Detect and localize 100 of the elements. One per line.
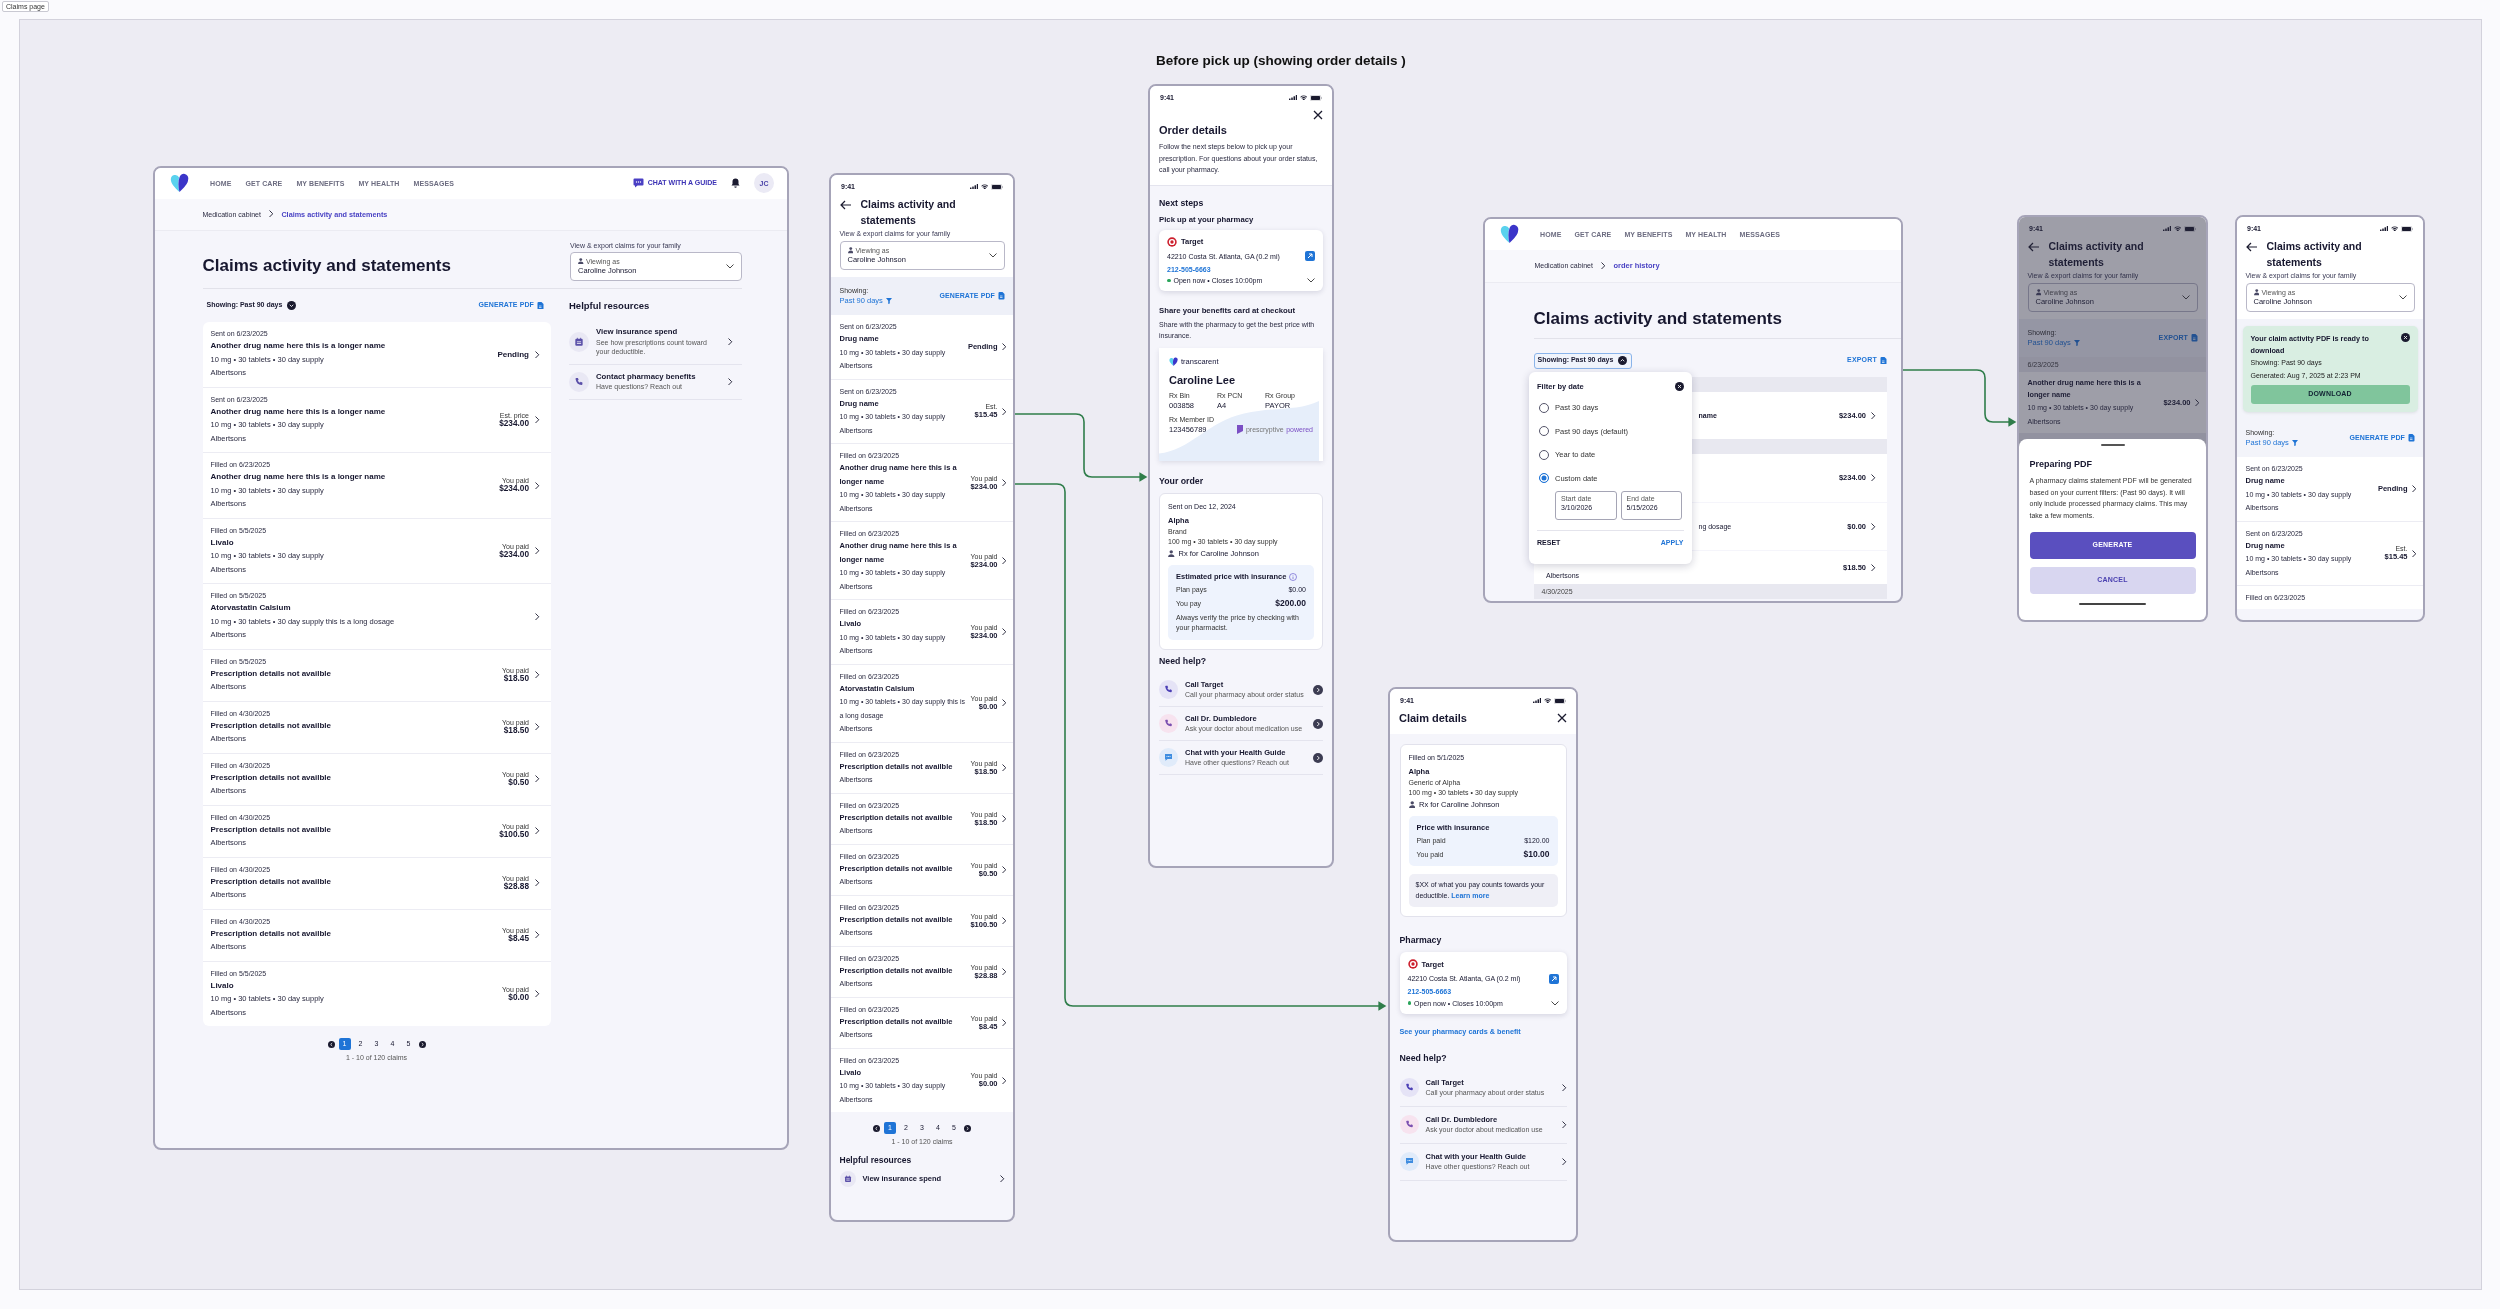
price-value: $200.00 — [1275, 598, 1306, 608]
chevron-right-icon — [1001, 556, 1006, 565]
chevron-right-icon — [1871, 411, 1876, 419]
drug-name: Prescription details not availble — [210, 927, 332, 940]
price-amount: $234.00 — [499, 549, 529, 559]
section-heading: Helpful resources — [569, 299, 651, 313]
chevron-right-icon — [1001, 699, 1006, 707]
signal-icon — [1532, 697, 1541, 704]
chat-icon — [1399, 1152, 1419, 1171]
section-heading: Pharmacy — [1399, 935, 1443, 945]
chevron-right-icon — [535, 723, 540, 731]
chevron-right-icon — [2194, 398, 2199, 407]
chevron-right-icon — [1001, 916, 1006, 925]
signal-icon — [2162, 225, 2171, 232]
chevron-right-icon — [535, 990, 540, 998]
chevron-right-icon — [1600, 261, 1606, 270]
drug-name: Atorvastatin Calsium — [210, 602, 292, 614]
chevron-right-icon — [535, 879, 540, 887]
document-icon — [1880, 356, 1887, 365]
wifi-icon — [980, 183, 988, 190]
price-amount: $234.00 — [499, 418, 529, 428]
external-link-icon[interactable] — [1305, 251, 1315, 261]
price-amount: $18.50 — [502, 674, 529, 683]
calendar-icon — [569, 331, 589, 352]
chevron-right-icon — [1001, 478, 1006, 487]
document-icon — [2191, 334, 2198, 342]
previous-page-icon[interactable] — [873, 1124, 880, 1132]
document-icon — [537, 301, 544, 310]
chevron-right-icon — [535, 350, 540, 358]
logo-icon[interactable] — [1500, 224, 1519, 245]
sheet-handle[interactable] — [2100, 444, 2125, 446]
chevron-right-icon — [535, 931, 540, 939]
battery-icon — [2400, 225, 2413, 232]
close-icon[interactable] — [1557, 713, 1567, 723]
section-heading: Need help? — [1159, 656, 1208, 666]
chevron-down-icon — [287, 301, 297, 310]
chevron-down-icon — [725, 263, 734, 269]
drug-name: Prescription details not availble — [210, 823, 332, 836]
person-icon — [2035, 289, 2041, 296]
back-icon[interactable] — [839, 200, 852, 210]
chevron-right-icon — [1871, 563, 1876, 572]
chevron-right-icon — [1001, 1076, 1006, 1084]
chevron-right-icon — [1562, 1083, 1567, 1092]
battery-icon — [1309, 94, 1322, 101]
chevron-right-icon — [535, 547, 540, 555]
logo-icon[interactable] — [170, 173, 189, 194]
drug-name: Prescription details not availble — [210, 719, 332, 732]
bell-icon[interactable] — [731, 178, 740, 189]
radio-button[interactable] — [1539, 473, 1549, 484]
phone-icon — [1399, 1078, 1419, 1097]
section-heading: Next steps — [1159, 197, 1205, 208]
screen-title: Claims activity and statements — [2266, 239, 2363, 270]
price-amount: $100.50 — [499, 830, 529, 839]
next-page-icon[interactable] — [964, 1124, 971, 1132]
document-icon — [2408, 434, 2415, 442]
close-icon[interactable] — [2400, 333, 2410, 342]
signal-icon — [1288, 94, 1297, 101]
phone-icon — [1399, 1115, 1419, 1134]
close-icon[interactable] — [1313, 110, 1323, 120]
chevron-right-icon — [728, 338, 733, 346]
section-title: Before pick up (showing order details ) — [1156, 53, 1406, 68]
chat-icon — [632, 178, 644, 189]
chevron-right-icon — [535, 481, 540, 489]
price-amount: $0.50 — [507, 778, 529, 787]
external-link-icon[interactable] — [1548, 973, 1559, 984]
document-icon — [998, 292, 1005, 300]
chevron-right-icon — [1562, 1120, 1567, 1129]
section-heading: Your order — [1159, 476, 1205, 486]
chevron-down-icon — [988, 253, 997, 258]
chevron-right-icon — [2411, 549, 2416, 557]
wifi-icon — [2173, 225, 2181, 232]
back-icon[interactable] — [2245, 242, 2258, 252]
next-page-icon[interactable] — [418, 1040, 426, 1048]
chevron-right-icon — [535, 416, 540, 424]
chevron-right-icon — [535, 827, 540, 835]
status-dot — [1407, 1001, 1411, 1005]
calendar-icon — [839, 1171, 856, 1187]
status-dot — [1167, 278, 1171, 283]
battery-icon — [2183, 225, 2196, 232]
chevron-down-icon — [1307, 278, 1315, 283]
chevron-down-icon — [2398, 295, 2407, 300]
chevron-right-icon — [1313, 684, 1323, 695]
section-heading: Helpful resources — [839, 1155, 913, 1165]
phone-icon — [569, 371, 589, 392]
close-icon[interactable] — [1674, 382, 1684, 391]
chevron-right-icon — [535, 671, 540, 679]
price-value: $10.00 — [1523, 849, 1550, 859]
chevron-right-icon — [535, 612, 540, 620]
chevron-right-icon — [1001, 967, 1006, 976]
filter-icon — [885, 297, 892, 304]
chevron-right-icon — [1001, 628, 1006, 636]
back-icon[interactable] — [2027, 242, 2040, 252]
logo-icon[interactable] — [1169, 357, 1178, 367]
drug-name: Another drug name here this is a longer name — [210, 471, 387, 483]
claim-status: Pending — [497, 349, 529, 359]
previous-page-icon[interactable] — [327, 1040, 335, 1048]
bullseye-icon — [1407, 959, 1418, 969]
drug-name: Livalo — [210, 536, 235, 549]
wifi-icon — [2390, 225, 2398, 232]
signal-icon — [969, 183, 978, 190]
